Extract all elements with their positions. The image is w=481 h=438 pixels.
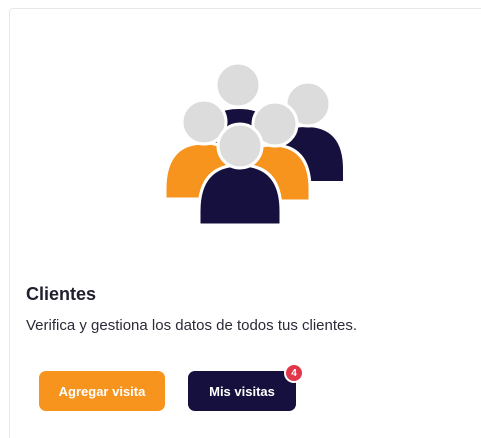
person-body-front bbox=[197, 163, 283, 227]
my-visits-button[interactable]: Mis visitas bbox=[188, 371, 296, 411]
card-title: Clientes bbox=[26, 284, 97, 304]
people-group-icon bbox=[163, 61, 343, 227]
notification-badge: 4 bbox=[284, 363, 304, 383]
card-description: Verifica y gestiona los datos de todos t… bbox=[26, 317, 358, 334]
person-head-back-center bbox=[214, 61, 262, 109]
add-visit-button[interactable]: Agregar visita bbox=[39, 371, 165, 411]
person-head-front bbox=[216, 122, 264, 170]
